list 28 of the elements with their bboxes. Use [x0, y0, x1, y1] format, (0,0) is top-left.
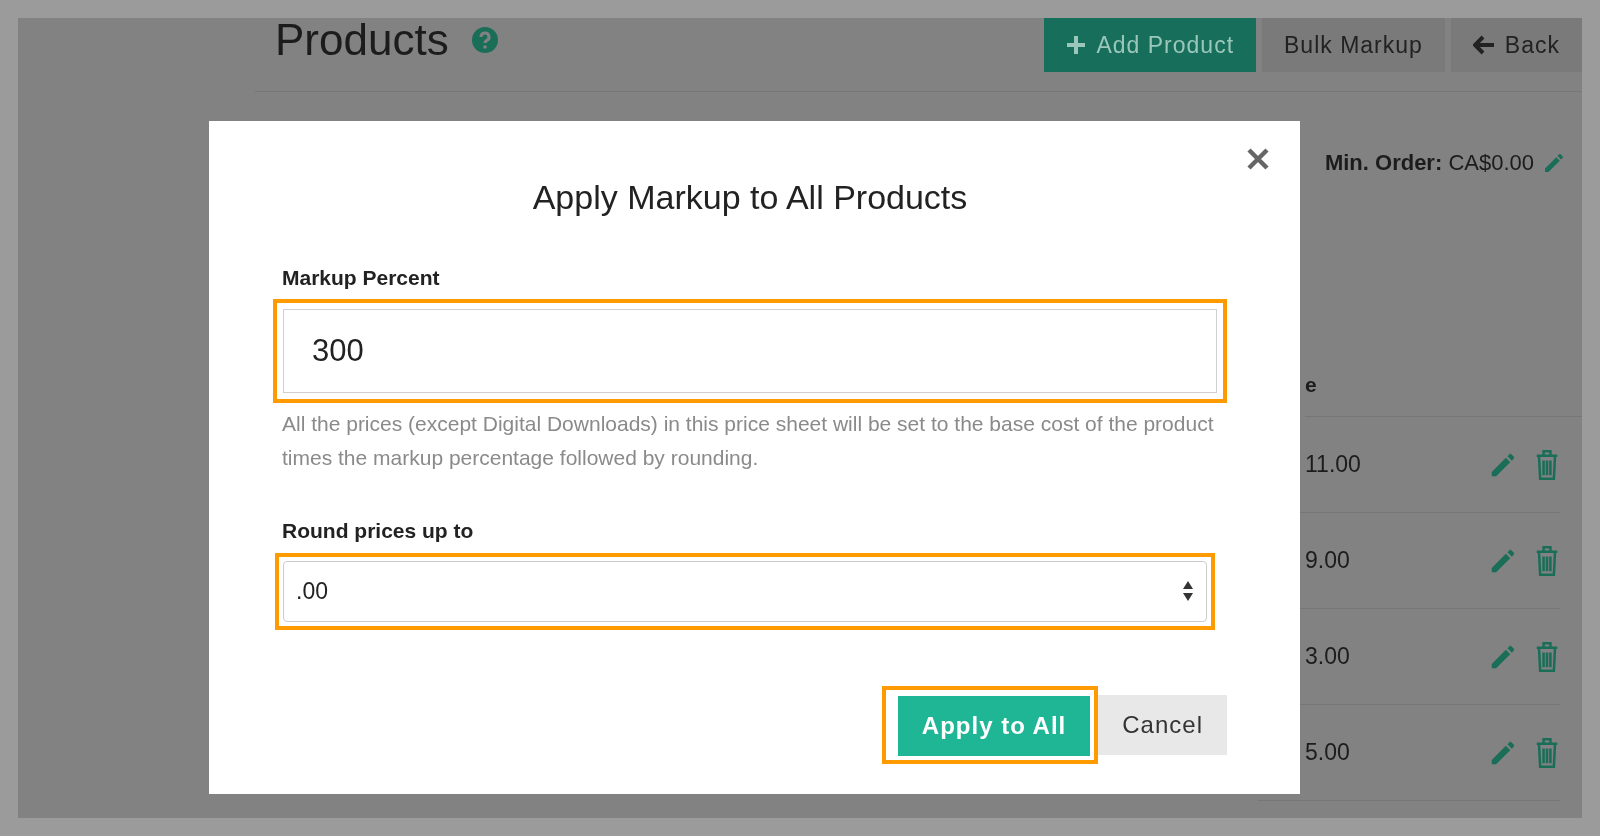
trash-icon[interactable]: [1534, 544, 1560, 577]
close-button[interactable]: [1246, 147, 1270, 171]
page-title: Products: [275, 18, 449, 62]
price-text: 3.00: [1305, 642, 1350, 672]
round-select[interactable]: .00: [283, 560, 1207, 622]
trash-icon[interactable]: [1534, 640, 1560, 673]
arrow-left-icon: [1472, 35, 1495, 55]
min-order-text: Min. Order: CA$0.00: [1324, 149, 1534, 177]
trash-icon[interactable]: [1534, 736, 1560, 769]
action-button[interactable]: Add Product: [1044, 18, 1257, 72]
action-button[interactable]: Back: [1450, 18, 1582, 72]
field-label: Round prices up to: [282, 518, 475, 545]
action-button[interactable]: Bulk Markup: [1262, 18, 1445, 72]
field-label: Markup Percent: [282, 264, 441, 291]
sort-caret-icon: [1182, 580, 1194, 603]
help-icon[interactable]: [470, 26, 499, 54]
modal-title: Apply Markup to All Products: [531, 177, 969, 218]
price-text: 11.00: [1305, 450, 1361, 480]
price-text: 9.00: [1305, 546, 1350, 576]
apply-button[interactable]: Apply to All: [897, 695, 1091, 756]
markup-input[interactable]: 300: [283, 309, 1217, 394]
help-text: All the prices (except Digital Downloads) in this price sheet will be set to the base cost of the product times the markup percentage followed by rounding.: [282, 411, 1215, 472]
close-icon: [1246, 147, 1270, 171]
cancel-button[interactable]: Cancel: [1098, 694, 1227, 755]
column-header: e: [1305, 373, 1317, 396]
trash-icon[interactable]: [1534, 448, 1560, 481]
plus-icon: [1066, 35, 1087, 55]
price-text: 5.00: [1305, 738, 1350, 768]
